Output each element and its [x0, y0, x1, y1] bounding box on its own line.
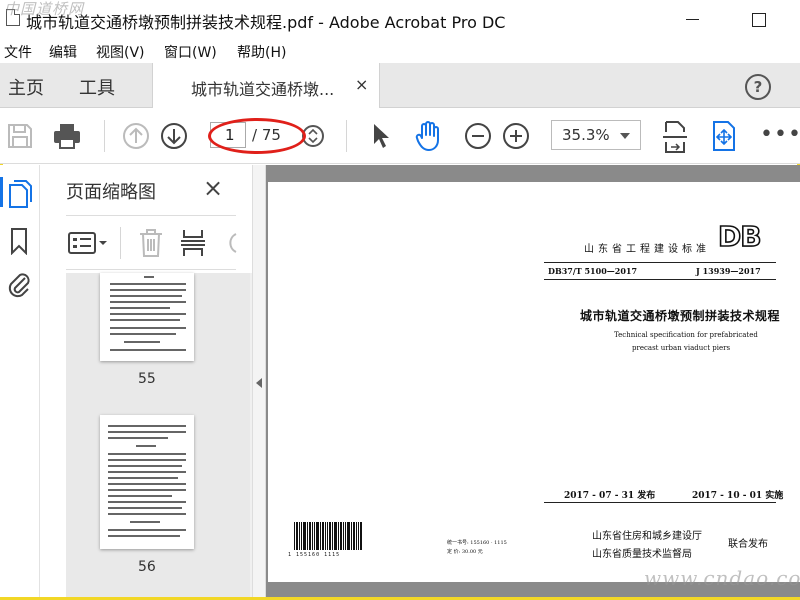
left-rail	[0, 165, 40, 597]
print-icon[interactable]	[52, 122, 82, 150]
select-cursor-icon[interactable]	[370, 122, 392, 150]
panel-title: 页面缩略图	[66, 182, 156, 203]
issuer: 山东省住房和城乡建设厅	[592, 531, 702, 542]
collapse-panel-icon[interactable]	[256, 378, 262, 388]
issue-date: 2017 - 07 - 31 发布	[564, 491, 656, 501]
page-thumbnail[interactable]	[100, 415, 194, 549]
tab-document-label: 城市轨道交通桥墩...	[191, 80, 335, 99]
thumbnail-page-number: 56	[138, 559, 156, 575]
document-subtitle-en: Technical specification for prefabricate…	[614, 331, 758, 339]
thumbnail-options-icon[interactable]	[68, 231, 108, 255]
divider	[544, 279, 776, 280]
standard-classification: 山东省工程建设标准	[584, 244, 710, 255]
page-thumbnails-icon[interactable]	[7, 179, 33, 209]
more-tools-icon[interactable]: •••	[760, 122, 800, 147]
zoom-out-icon[interactable]	[464, 122, 492, 150]
implementation-date: 2017 - 10 - 01 实施	[692, 491, 784, 501]
toolbar: 1 / 75 35.3% •••	[0, 108, 800, 164]
menu-view[interactable]: 视图(V)	[96, 42, 145, 62]
thumbnail-list[interactable]: 55 56	[66, 273, 264, 597]
divider	[544, 262, 776, 263]
tab-document[interactable]: 城市轨道交通桥墩... ×	[152, 63, 380, 109]
tab-home[interactable]: 主页	[8, 74, 44, 100]
unified-book-number: 统一书号: 155160 · 1115	[447, 540, 507, 546]
attachment-icon[interactable]	[6, 269, 32, 299]
panel-separator	[120, 227, 121, 259]
thumbnail-panel: 页面缩略图 × 55 56	[40, 165, 264, 597]
panel-toolbar	[66, 215, 238, 270]
issuer: 山东省质量技术监督局	[592, 549, 692, 560]
previous-page-icon[interactable]	[122, 122, 150, 150]
bookmark-icon[interactable]	[9, 227, 29, 255]
tab-tools[interactable]: 工具	[79, 74, 115, 100]
standard-number: DB37/T 5100—2017	[548, 266, 638, 276]
help-icon[interactable]: ?	[745, 74, 771, 100]
menu-bar: 文件 编辑 视图(V) 窗口(W) 帮助(H)	[0, 38, 800, 63]
barcode-number: 1 155160 1115	[288, 552, 341, 558]
next-page-icon[interactable]	[160, 122, 188, 150]
tab-bar: 主页 工具 城市轨道交通桥墩... × ?	[0, 63, 800, 109]
panel-splitter[interactable]	[252, 165, 266, 597]
delete-page-icon[interactable]	[138, 228, 164, 258]
save-icon[interactable]	[6, 122, 34, 150]
minimize-button[interactable]	[678, 6, 708, 32]
menu-edit[interactable]: 编辑	[49, 42, 77, 62]
watermark-bottom: www.cndao.com	[644, 566, 800, 590]
page-thumbnail[interactable]	[100, 273, 194, 361]
menu-window[interactable]: 窗口(W)	[164, 42, 217, 62]
red-annotation-ellipse	[208, 118, 306, 154]
menu-help[interactable]: 帮助(H)	[237, 42, 286, 62]
document-subtitle-en: precast urban viaduct piers	[632, 344, 731, 352]
menu-file[interactable]: 文件	[4, 42, 32, 62]
record-number: J 13939—2017	[696, 266, 761, 276]
joint-issue-label: 联合发布	[728, 539, 768, 550]
zoom-select[interactable]: 35.3%	[551, 120, 641, 150]
title-bar: 中国道桥网 城市轨道交通桥墩预制拼装技术规程.pdf - Adobe Acrob…	[0, 0, 800, 38]
close-tab-icon[interactable]: ×	[355, 75, 368, 94]
rail-active-indicator	[0, 177, 3, 207]
document-view[interactable]: 山东省工程建设标准 DB DB37/T 5100—2017 J 13939—20…	[266, 165, 800, 597]
document-title: 城市轨道交通桥墩预制拼装技术规程	[580, 309, 781, 323]
extract-page-icon[interactable]	[180, 228, 206, 258]
window-title: 城市轨道交通桥墩预制拼装技术规程.pdf - Adobe Acrobat Pro…	[26, 13, 506, 32]
price: 定 价: 30.00 元	[447, 549, 483, 555]
fit-page-icon[interactable]	[662, 120, 688, 154]
chevron-down-icon	[620, 133, 630, 139]
toolbar-separator	[104, 120, 105, 152]
rotate-icon[interactable]	[222, 230, 238, 256]
close-panel-icon[interactable]: ×	[203, 174, 223, 202]
rotate-page-icon[interactable]	[710, 120, 738, 152]
divider	[544, 502, 776, 503]
thumbnail-page-number: 55	[138, 371, 156, 387]
zoom-in-icon[interactable]	[502, 122, 530, 150]
toolbar-separator	[346, 120, 347, 152]
hand-tool-icon[interactable]	[414, 120, 444, 152]
barcode	[294, 522, 362, 550]
maximize-button[interactable]	[744, 6, 774, 32]
db-logo: DB	[717, 219, 762, 254]
zoom-value: 35.3%	[562, 126, 610, 144]
document-page: 山东省工程建设标准 DB DB37/T 5100—2017 J 13939—20…	[268, 182, 800, 582]
